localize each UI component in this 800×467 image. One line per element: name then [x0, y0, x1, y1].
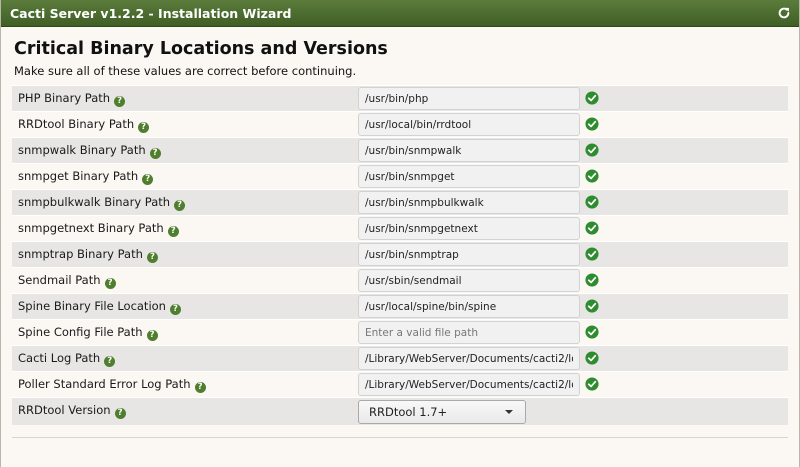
- field-label: snmpget Binary Path?: [18, 164, 154, 190]
- check-icon: [585, 221, 599, 235]
- check-icon: [585, 273, 599, 287]
- help-icon[interactable]: ?: [114, 96, 126, 107]
- path-input[interactable]: [358, 191, 580, 214]
- refresh-icon[interactable]: [777, 6, 791, 20]
- field-label: Spine Binary File Location?: [18, 294, 181, 320]
- table-row: RRDtool Version? RRDtool 1.7+: [12, 397, 788, 425]
- path-input[interactable]: [358, 139, 580, 162]
- field-label: PHP Binary Path?: [18, 86, 126, 112]
- help-icon[interactable]: ?: [142, 174, 154, 185]
- table-row: PHP Binary Path?: [12, 85, 788, 111]
- intro-text: Make sure all of these values are correc…: [14, 64, 357, 78]
- field-label: snmpbulkwalk Binary Path?: [18, 190, 186, 216]
- field-label: snmpwalk Binary Path?: [18, 138, 161, 164]
- help-icon[interactable]: ?: [169, 304, 181, 315]
- table-row: snmpget Binary Path?: [12, 163, 788, 189]
- table-row: snmpbulkwalk Binary Path?: [12, 189, 788, 215]
- help-icon[interactable]: ?: [146, 330, 158, 341]
- path-input[interactable]: [358, 269, 580, 292]
- check-icon: [585, 117, 599, 131]
- help-icon[interactable]: ?: [138, 122, 150, 133]
- help-icon[interactable]: ?: [104, 278, 116, 289]
- table-row: snmpgetnext Binary Path?: [12, 215, 788, 241]
- page-title: Critical Binary Locations and Versions: [14, 39, 388, 59]
- field-label: snmptrap Binary Path?: [18, 242, 158, 268]
- help-icon[interactable]: ?: [174, 200, 186, 211]
- check-icon: [585, 91, 599, 105]
- field-label: snmpgetnext Binary Path?: [18, 216, 179, 242]
- table-row: Sendmail Path?: [12, 267, 788, 293]
- table-row: Spine Config File Path?: [12, 319, 788, 345]
- table-row: Spine Binary File Location?: [12, 293, 788, 319]
- check-icon: [585, 351, 599, 365]
- help-icon[interactable]: ?: [194, 382, 206, 393]
- field-label: Poller Standard Error Log Path?: [18, 372, 206, 398]
- installation-wizard: Cacti Server v1.2.2 - Installation Wizar…: [0, 0, 800, 467]
- check-icon: [585, 195, 599, 209]
- rrdtool-version-select[interactable]: RRDtool 1.7+: [358, 400, 526, 424]
- help-icon[interactable]: ?: [167, 226, 179, 237]
- table-row: Poller Standard Error Log Path?: [12, 371, 788, 397]
- check-icon: [585, 377, 599, 391]
- window-title: Cacti Server v1.2.2 - Installation Wizar…: [10, 6, 292, 21]
- table-row: RRDtool Binary Path?: [12, 111, 788, 137]
- check-icon: [585, 169, 599, 183]
- check-icon: [585, 247, 599, 261]
- path-input[interactable]: [358, 347, 580, 370]
- table-row: Cacti Log Path?: [12, 345, 788, 371]
- help-icon[interactable]: ?: [104, 356, 116, 367]
- path-input[interactable]: [358, 321, 580, 344]
- path-input[interactable]: [358, 243, 580, 266]
- path-input[interactable]: [358, 87, 580, 110]
- check-icon: [585, 325, 599, 339]
- help-icon[interactable]: ?: [146, 252, 158, 263]
- path-input[interactable]: [358, 165, 580, 188]
- window-titlebar: Cacti Server v1.2.2 - Installation Wizar…: [1, 0, 799, 27]
- chevron-down-icon: [505, 410, 513, 414]
- path-input[interactable]: [358, 373, 580, 396]
- field-label: RRDtool Binary Path?: [18, 112, 150, 138]
- path-input[interactable]: [358, 217, 580, 240]
- binary-paths-table: PHP Binary Path?RRDtool Binary Path?snmp…: [12, 85, 788, 425]
- table-row: snmptrap Binary Path?: [12, 241, 788, 267]
- divider: [12, 437, 788, 438]
- field-label: Sendmail Path?: [18, 268, 116, 294]
- path-input[interactable]: [358, 113, 580, 136]
- path-input[interactable]: [358, 295, 580, 318]
- field-label: Cacti Log Path?: [18, 346, 116, 372]
- check-icon: [585, 143, 599, 157]
- field-label: Spine Config File Path?: [18, 320, 158, 346]
- check-icon: [585, 299, 599, 313]
- field-label: RRDtool Version?: [18, 398, 126, 424]
- help-icon[interactable]: ?: [114, 408, 126, 419]
- table-row: snmpwalk Binary Path?: [12, 137, 788, 163]
- help-icon[interactable]: ?: [149, 148, 161, 159]
